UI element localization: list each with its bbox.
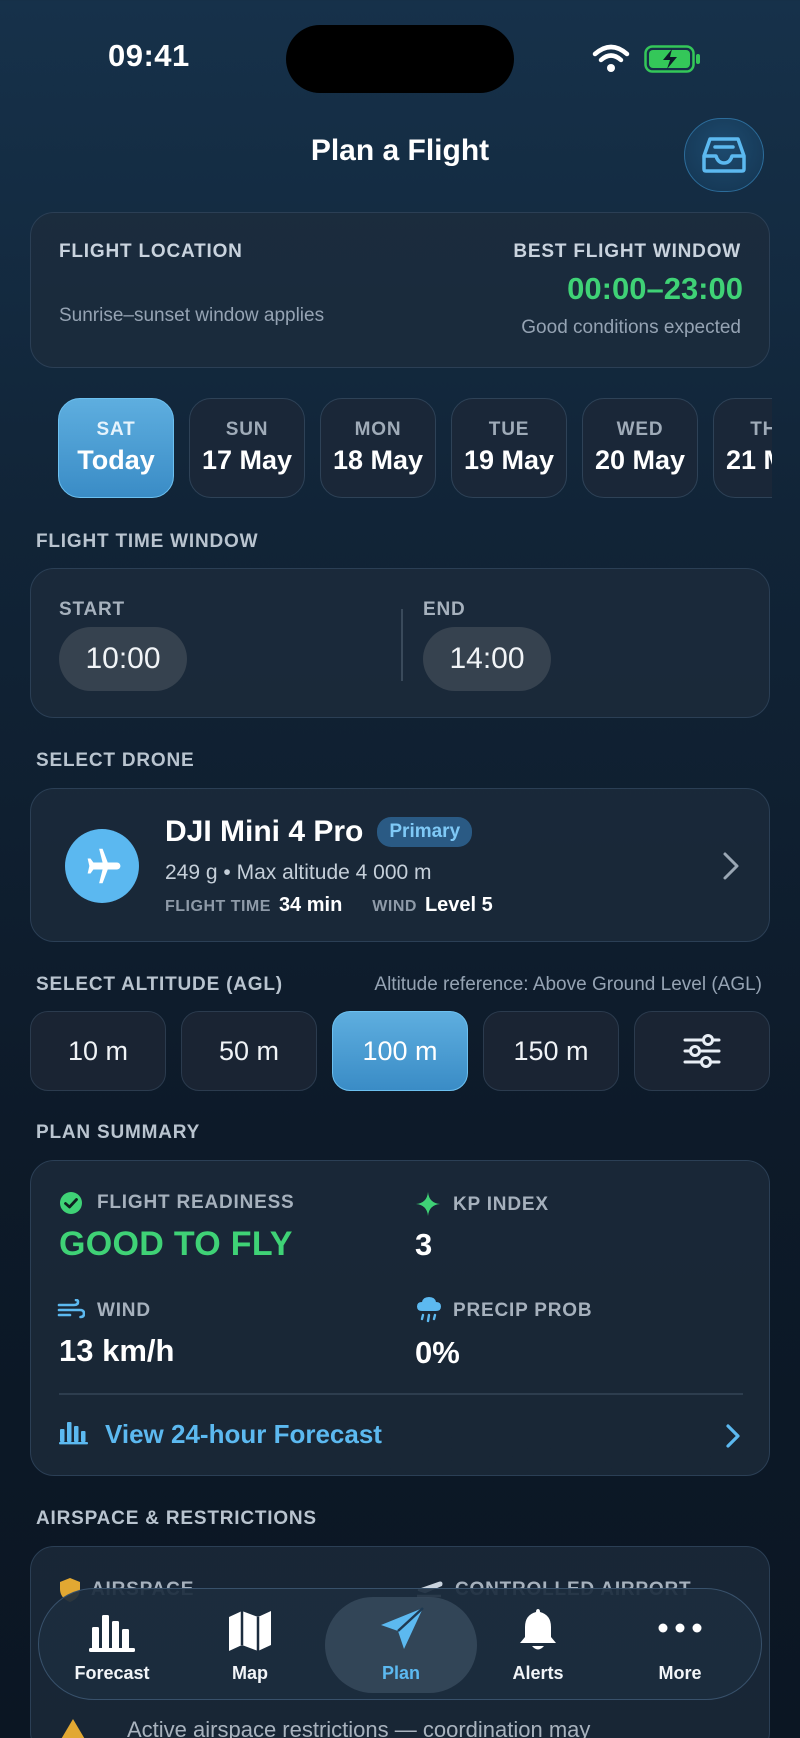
wifi-icon	[592, 44, 630, 72]
drone-avatar	[65, 829, 139, 903]
bar-chart-icon	[59, 1422, 88, 1445]
page-title: Plan a Flight	[310, 134, 490, 167]
drone-title-row: DJI Mini 4 Pro Primary	[165, 815, 473, 849]
altitude-section-title: SELECT ALTITUDE (AGL)	[36, 974, 283, 995]
day-chip-thu[interactable]: THU 21 May	[713, 398, 772, 498]
day-chip-wed[interactable]: WED 20 May	[582, 398, 698, 498]
altitude-option-10[interactable]: 10 m	[30, 1011, 166, 1091]
wind-icon	[57, 1299, 85, 1319]
flight-time-label: FLIGHT TIME	[165, 898, 271, 915]
day-chip-mon[interactable]: MON 18 May	[320, 398, 436, 498]
start-time-picker[interactable]: 10:00	[59, 627, 187, 691]
bell-icon	[520, 1609, 556, 1650]
drone-section-title: SELECT DRONE	[36, 750, 195, 771]
view-forecast-label: View 24-hour Forecast	[105, 1419, 382, 1449]
sliders-icon	[683, 1034, 721, 1068]
tab-more[interactable]: More	[615, 1589, 745, 1701]
tab-alerts[interactable]: Alerts	[473, 1589, 603, 1701]
precip-value: 0%	[415, 1335, 460, 1370]
time-window-section-title: FLIGHT TIME WINDOW	[36, 531, 259, 552]
plan-summary-card: FLIGHT READINESS GOOD TO FLY KP INDEX 3 …	[30, 1160, 770, 1476]
day-date: 19 May	[463, 445, 555, 475]
tab-label: Forecast	[74, 1663, 150, 1683]
more-dots-icon	[658, 1623, 702, 1633]
day-chip-sun[interactable]: SUN 17 May	[189, 398, 305, 498]
paper-plane-icon	[381, 1607, 424, 1649]
end-label: END	[423, 599, 466, 620]
precip-label: PRECIP PROB	[453, 1300, 593, 1321]
day-name: SUN	[225, 419, 269, 440]
airspace-section-title: AIRSPACE & RESTRICTIONS	[36, 1508, 317, 1529]
status-time: 09:41	[108, 38, 190, 73]
check-circle-icon	[60, 1192, 82, 1214]
time-divider	[401, 609, 403, 681]
wind-label: WIND	[97, 1300, 151, 1321]
day-date: 17 May	[201, 445, 293, 475]
day-date: 21 May	[725, 445, 772, 475]
tab-label: More	[658, 1663, 702, 1683]
day-name: WED	[616, 419, 664, 440]
wind-rating-value: Level 5	[424, 894, 493, 916]
day-date: 18 May	[332, 445, 424, 475]
inbox-button[interactable]	[684, 118, 764, 192]
altitude-option-150[interactable]: 150 m	[483, 1011, 619, 1091]
map-icon	[229, 1611, 271, 1651]
rain-cloud-icon	[417, 1297, 441, 1323]
tab-label: Map	[232, 1663, 268, 1683]
day-date: 20 May	[594, 445, 686, 475]
sparkle-icon	[416, 1192, 440, 1216]
end-time-picker[interactable]: 14:00	[423, 627, 551, 691]
wind-rating-label: WIND	[372, 898, 417, 915]
view-forecast-link[interactable]: View 24-hour Forecast	[59, 1413, 743, 1459]
chevron-right-icon	[723, 852, 739, 880]
drone-specs: 249 g • Max altitude 4 000 m	[165, 861, 432, 884]
day-date: Today	[77, 445, 155, 475]
best-window-note: Good conditions expected	[521, 317, 741, 338]
summary-section-title: PLAN SUMMARY	[36, 1122, 201, 1143]
best-window-label: BEST FLIGHT WINDOW	[513, 241, 741, 262]
tab-label: Plan	[381, 1663, 420, 1683]
airplane-icon	[87, 848, 121, 884]
chart-bars-icon	[89, 1615, 135, 1652]
start-label: START	[59, 599, 125, 620]
chevron-right-icon	[726, 1424, 740, 1448]
readiness-value: GOOD TO FLY	[59, 1225, 293, 1263]
tab-map[interactable]: Map	[185, 1589, 315, 1701]
altitude-reference-note: Altitude reference: Above Ground Level (…	[374, 974, 762, 995]
day-chip-sat[interactable]: SAT Today	[58, 398, 174, 498]
kp-index-value: 3	[415, 1227, 433, 1262]
flight-time-value: 34 min	[278, 894, 343, 916]
summary-divider	[59, 1393, 743, 1395]
battery-charging-icon	[644, 45, 700, 73]
day-name: SAT	[96, 419, 136, 440]
day-name: MON	[354, 419, 402, 440]
day-name: TUE	[488, 419, 530, 440]
kp-index-label: KP INDEX	[453, 1194, 549, 1215]
tab-forecast[interactable]: Forecast	[47, 1589, 177, 1701]
drone-stats: FLIGHT TIME 34 min WIND Level 5	[165, 894, 493, 917]
tab-bar: Forecast Map Plan Alerts More	[38, 1588, 762, 1700]
custom-altitude-button[interactable]	[634, 1011, 770, 1091]
time-window-card: START 10:00 END 14:00	[30, 568, 770, 718]
drone-selector-card[interactable]: DJI Mini 4 Pro Primary 249 g • Max altit…	[30, 788, 770, 942]
flight-location-card[interactable]: FLIGHT LOCATION Sunrise–sunset window ap…	[30, 212, 770, 368]
airspace-warning: Active airspace restrictions — coordinat…	[127, 1717, 591, 1738]
day-chip-tue[interactable]: TUE 19 May	[451, 398, 567, 498]
warning-icon	[61, 1719, 85, 1738]
inbox-tray-icon	[702, 137, 746, 173]
dynamic-island	[286, 25, 514, 93]
readiness-label: FLIGHT READINESS	[97, 1192, 295, 1213]
tab-label: Alerts	[512, 1663, 564, 1683]
altitude-option-100[interactable]: 100 m	[332, 1011, 468, 1091]
day-name: THU	[750, 419, 772, 440]
altitude-option-50[interactable]: 50 m	[181, 1011, 317, 1091]
best-window-value: 00:00–23:00	[567, 271, 743, 306]
primary-badge: Primary	[377, 817, 473, 847]
flight-location-label: FLIGHT LOCATION	[59, 241, 243, 262]
sunrise-note: Sunrise–sunset window applies	[59, 305, 325, 326]
drone-name: DJI Mini 4 Pro	[165, 815, 364, 848]
wind-value: 13 km/h	[59, 1333, 175, 1368]
tab-plan[interactable]: Plan	[336, 1589, 466, 1701]
